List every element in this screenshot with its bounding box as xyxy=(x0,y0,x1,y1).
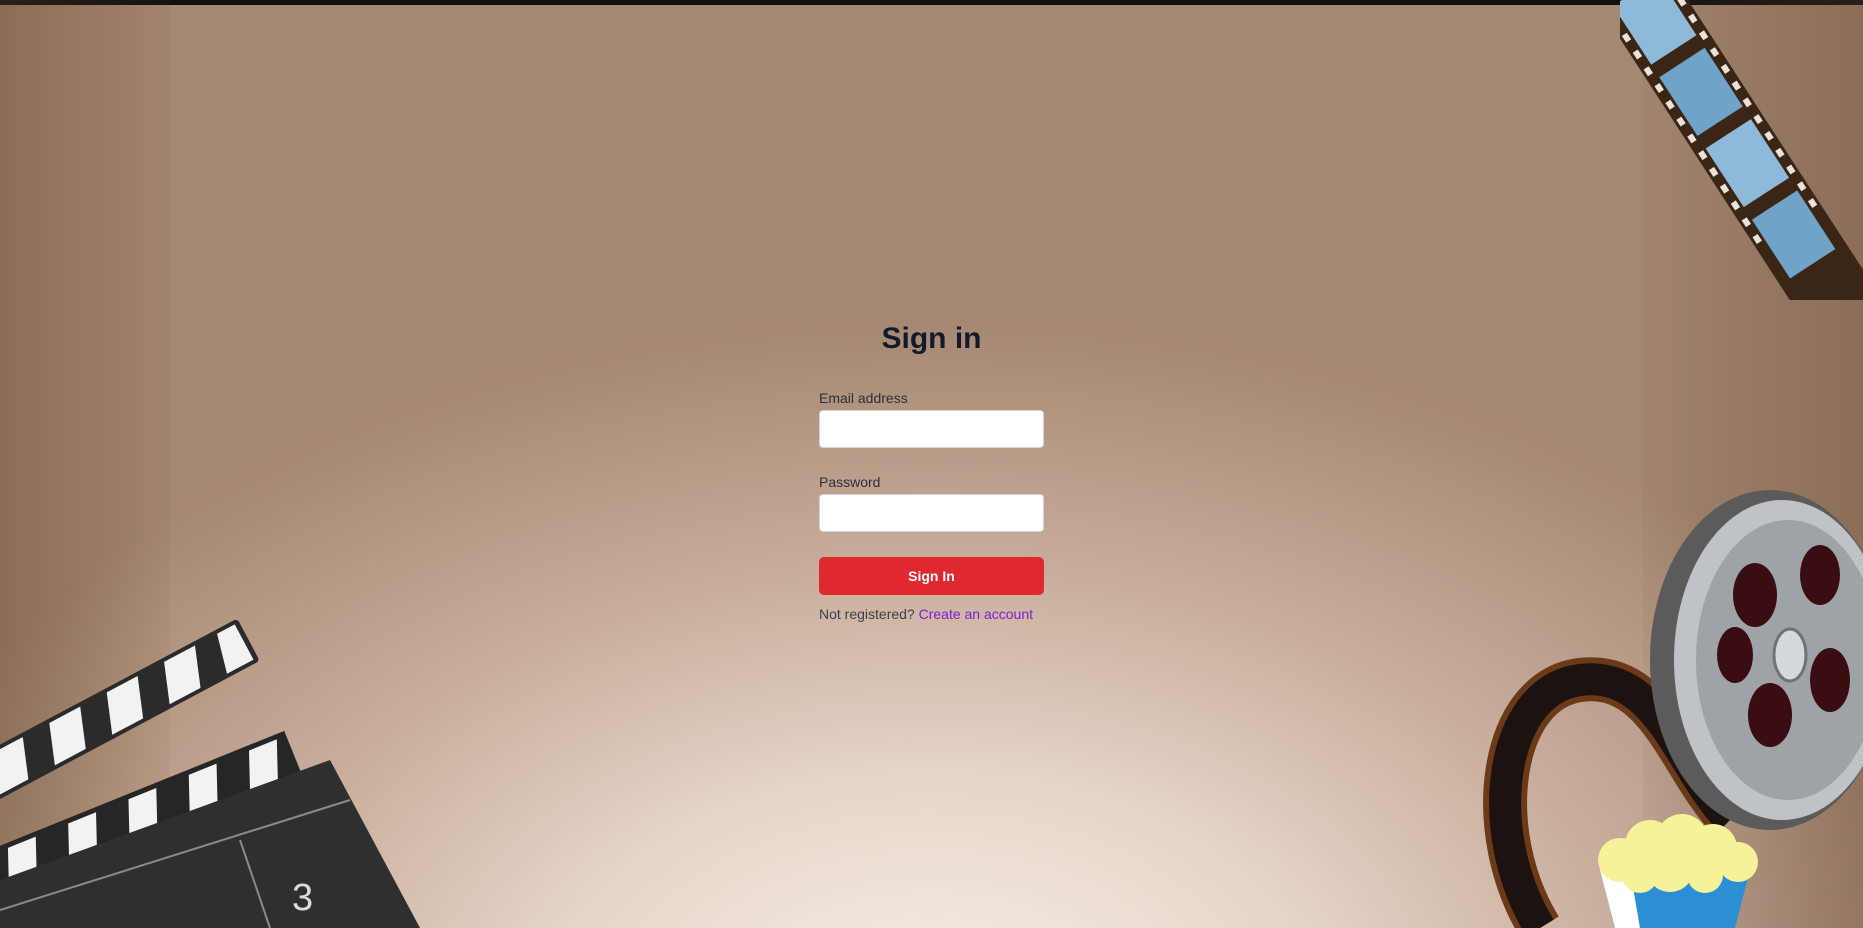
sign-in-button[interactable]: Sign In xyxy=(819,557,1044,595)
email-label: Email address xyxy=(819,390,908,406)
password-label: Password xyxy=(819,474,881,490)
create-account-link[interactable]: Create an account xyxy=(919,606,1033,622)
clapperboard-icon: 3 xyxy=(0,619,420,928)
film-strip-icon xyxy=(1620,0,1863,300)
register-prompt: Not registered? xyxy=(819,606,915,622)
film-reel-icon xyxy=(1483,490,1863,928)
email-field[interactable] xyxy=(819,410,1044,448)
top-border xyxy=(0,0,1863,5)
password-field[interactable] xyxy=(819,494,1044,532)
signin-form: Sign in Email address Password Sign In N… xyxy=(819,322,1044,622)
register-row: Not registered? Create an account xyxy=(819,606,1044,622)
page-title: Sign in xyxy=(881,322,982,355)
clapperboard-number: 3 xyxy=(292,877,313,919)
